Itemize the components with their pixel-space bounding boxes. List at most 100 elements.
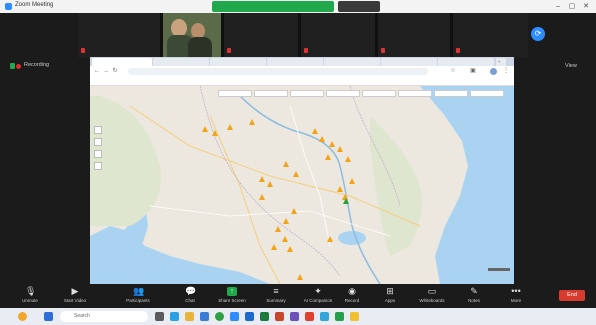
participant-tile[interactable]	[78, 13, 160, 58]
view-button[interactable]: View	[565, 63, 577, 69]
map-filter-chip[interactable]	[326, 90, 360, 97]
participant-video-tile[interactable]	[163, 13, 221, 59]
unmute-button[interactable]: 🎙 Unmute	[10, 284, 50, 308]
summary-button[interactable]: ≡ Summary	[256, 284, 296, 308]
measure-icon[interactable]	[94, 150, 102, 158]
share-status-label	[212, 1, 334, 12]
back-icon[interactable]: ←	[94, 68, 100, 74]
maximize-icon[interactable]: ▢	[567, 2, 577, 11]
extensions-icon[interactable]: ▣	[470, 68, 476, 74]
start-video-label: Start Video	[63, 298, 87, 303]
record-dot-icon	[16, 64, 21, 69]
browser-tab[interactable]	[267, 58, 323, 66]
camera-icon: ▶	[71, 286, 79, 296]
participant-tile[interactable]	[224, 13, 298, 58]
map-filter-bar	[218, 90, 514, 98]
file-explorer-icon[interactable]	[185, 312, 194, 321]
browser-tab[interactable]	[438, 58, 494, 66]
participants-button[interactable]: 👥 Participants	[118, 284, 158, 308]
word-icon[interactable]	[245, 312, 254, 321]
map-filter-chip[interactable]	[398, 90, 432, 97]
map-view[interactable]	[90, 86, 514, 284]
end-meeting-button[interactable]: End	[559, 290, 585, 301]
participant-tile[interactable]	[301, 13, 375, 58]
screen-share-indicator	[212, 1, 380, 12]
taskbar-search[interactable]: Search	[60, 311, 148, 322]
chrome-icon[interactable]	[215, 312, 224, 321]
whiteboards-button[interactable]: ▭ Whiteboards	[412, 284, 452, 308]
map-filter-chip[interactable]	[218, 90, 252, 97]
notes-icon: ✎	[470, 286, 478, 296]
map-filter-chip[interactable]	[362, 90, 396, 97]
forward-icon[interactable]: →	[103, 68, 109, 74]
participant-tile[interactable]	[453, 13, 528, 58]
notes-label: Notes	[468, 298, 480, 303]
recording-label: Recording	[24, 62, 50, 68]
weather-icon[interactable]	[18, 312, 27, 321]
summary-icon: ≡	[273, 286, 279, 296]
participant-tile[interactable]	[378, 13, 450, 58]
share-map-icon[interactable]	[94, 162, 102, 170]
browser-tab[interactable]	[324, 58, 380, 66]
share-screen-label: Share Screen	[218, 298, 246, 303]
gallery-next-icon[interactable]: ⟳	[531, 27, 545, 41]
muted-mic-icon	[456, 48, 460, 53]
chat-label: Chat	[185, 298, 195, 303]
map-filter-chip[interactable]	[470, 90, 504, 97]
browser-tab[interactable]	[210, 58, 266, 66]
window-title: Zoom Meeting	[15, 2, 54, 8]
participants-icon: 👥	[133, 286, 145, 296]
close-icon[interactable]: ✕	[581, 2, 591, 11]
draw-icon[interactable]	[94, 138, 102, 146]
map-filter-chip[interactable]	[290, 90, 324, 97]
summary-label: Summary	[266, 298, 286, 303]
line-icon[interactable]	[335, 312, 344, 321]
edge-icon[interactable]	[170, 312, 179, 321]
bookmarks-bar	[90, 77, 514, 86]
new-tab-icon[interactable]: +	[496, 58, 506, 66]
zoom-taskbar-icon[interactable]	[230, 312, 239, 321]
share-screen-icon: ↑	[227, 287, 237, 296]
teams-icon[interactable]	[290, 312, 299, 321]
map-canvas[interactable]	[90, 86, 514, 284]
app-icon[interactable]	[350, 312, 359, 321]
browser-tab[interactable]	[381, 58, 437, 66]
chat-button[interactable]: 💬 Chat	[170, 284, 210, 308]
apps-button[interactable]: ⊞ Apps	[370, 284, 410, 308]
security-shield-icon	[10, 63, 15, 69]
record-button[interactable]: ◉ Record	[332, 284, 372, 308]
app-icon[interactable]	[320, 312, 329, 321]
menu-icon[interactable]: ⋮	[503, 68, 509, 74]
ai-companion-icon: ✦	[314, 286, 322, 296]
store-icon[interactable]	[200, 312, 209, 321]
lake-water	[338, 231, 366, 245]
profile-avatar[interactable]	[490, 68, 497, 75]
shared-browser-window: + ← → ↻ ☆ ▣ ⋮	[90, 57, 514, 284]
whiteboards-label: Whiteboards	[419, 298, 445, 303]
reload-icon[interactable]: ↻	[112, 68, 118, 74]
excel-icon[interactable]	[260, 312, 269, 321]
map-filter-chip[interactable]	[434, 90, 468, 97]
browser-tab[interactable]	[153, 58, 209, 66]
map-filter-chip[interactable]	[254, 90, 288, 97]
star-icon[interactable]: ☆	[450, 68, 456, 74]
more-button[interactable]: ••• More	[496, 284, 536, 308]
url-input[interactable]	[128, 68, 428, 75]
start-icon[interactable]	[44, 312, 53, 321]
chat-icon: 💬	[185, 286, 197, 296]
minimize-icon[interactable]: –	[553, 2, 563, 11]
apps-icon: ⊞	[386, 286, 394, 296]
more-icon: •••	[511, 286, 521, 296]
layers-icon[interactable]	[94, 126, 102, 134]
notes-button[interactable]: ✎ Notes	[454, 284, 494, 308]
powerpoint-icon[interactable]	[275, 312, 284, 321]
task-view-icon[interactable]	[155, 312, 164, 321]
browser-tab-strip: +	[90, 57, 514, 66]
address-bar-row: ← → ↻ ☆ ▣ ⋮	[90, 66, 514, 77]
share-screen-button[interactable]: ↑ Share Screen	[212, 284, 252, 308]
microphone-icon: 🎙	[25, 286, 37, 296]
start-video-button[interactable]: ▶ Start Video	[55, 284, 95, 308]
view-options-button[interactable]	[338, 1, 380, 12]
app-icon[interactable]	[305, 312, 314, 321]
browser-tab[interactable]	[92, 58, 152, 66]
